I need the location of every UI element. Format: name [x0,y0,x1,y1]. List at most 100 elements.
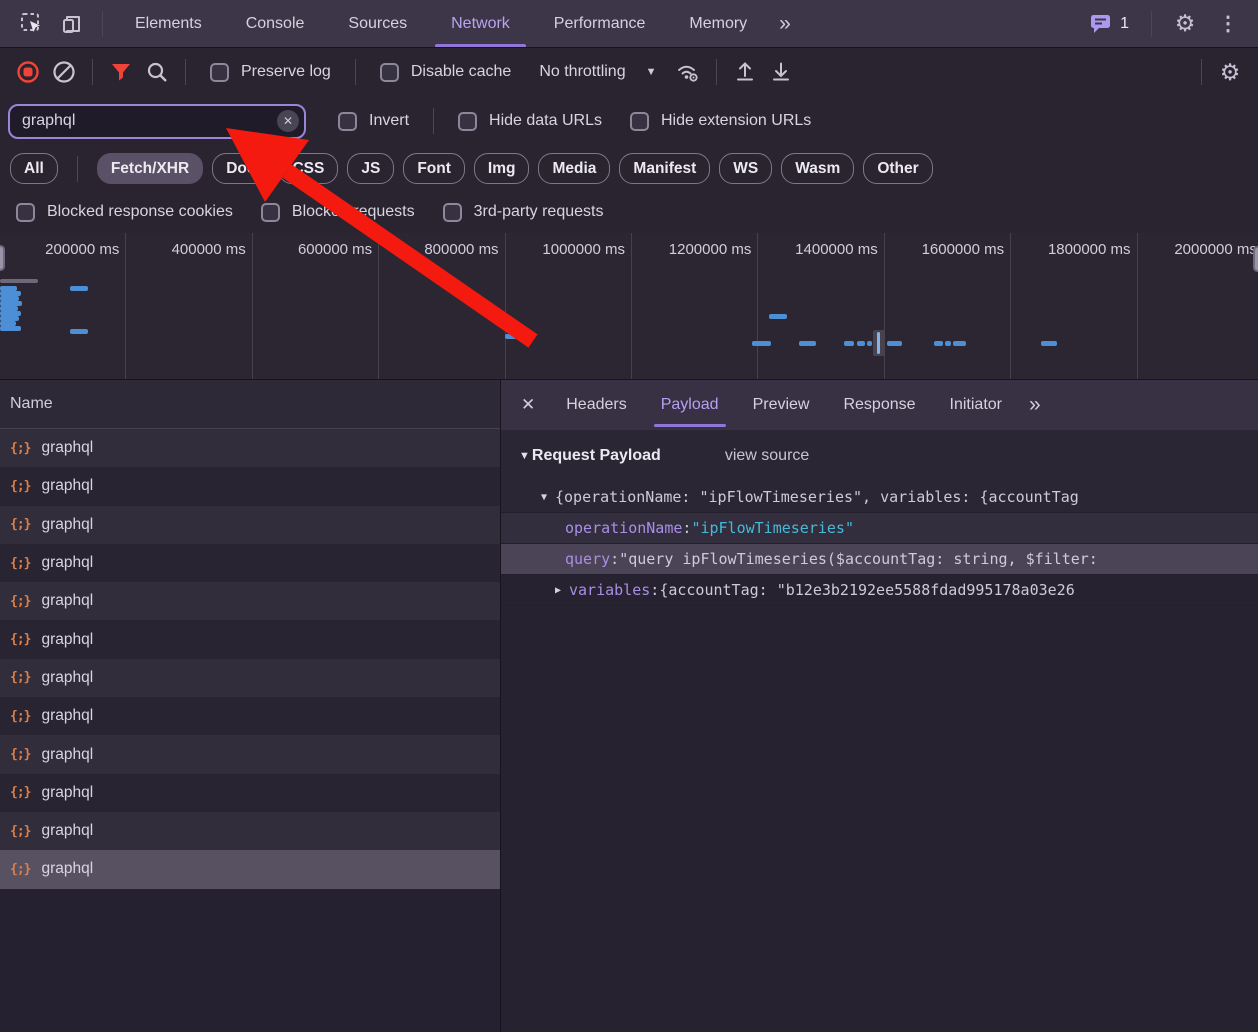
inspect-element-icon[interactable] [12,7,52,41]
payload-section-title: Request Payload [532,447,661,465]
invert-checkbox[interactable] [338,112,357,131]
preserve-log-checkbox[interactable] [210,63,229,82]
more-tabs-icon[interactable]: » [769,0,799,47]
filter-box: ✕ [8,104,306,139]
view-source-link[interactable]: view source [725,447,809,465]
throttling-dropdown[interactable]: No throttling ▼ [539,63,656,81]
filter-chip-doc[interactable]: Doc [212,153,269,184]
timeline-tick-label: 1600000 ms [922,233,1011,379]
panel-tabs: ElementsConsoleSourcesNetworkPerformance… [113,0,769,47]
tab-sources[interactable]: Sources [326,0,429,47]
filter-chip-js[interactable]: JS [347,153,394,184]
tab-network[interactable]: Network [429,0,532,47]
network-overview-timeline[interactable]: 200000 ms400000 ms600000 ms800000 ms1000… [0,233,1258,380]
tab-console[interactable]: Console [224,0,327,47]
request-payload-section[interactable]: ▼ Request Payload view source [501,430,1258,482]
filter-chip-img[interactable]: Img [474,153,530,184]
filter-chip-wasm[interactable]: Wasm [781,153,854,184]
request-name: graphql [41,439,93,457]
record-button[interactable] [10,55,46,89]
blocked-cookies-checkbox[interactable] [16,203,35,222]
detail-tab-response[interactable]: Response [826,380,932,430]
request-row[interactable]: {;}graphql [0,812,500,850]
detail-more-tabs-icon[interactable]: » [1019,380,1049,430]
payload-row[interactable]: operationName: "ipFlowTimeseries" [501,513,1258,544]
detail-tab-payload[interactable]: Payload [644,380,736,430]
expanded-triangle-icon[interactable]: ▼ [537,492,551,503]
request-row[interactable]: {;}graphql [0,735,500,773]
tab-memory[interactable]: Memory [667,0,769,47]
device-toolbar-icon[interactable] [52,7,92,41]
divider [185,59,186,85]
blocked-requests-toggle[interactable]: Blocked requests [261,203,415,222]
clear-filter-icon[interactable]: ✕ [277,110,299,132]
hide-data-urls-checkbox[interactable] [458,112,477,131]
overview-right-handle[interactable] [1253,246,1258,272]
blocked-cookies-toggle[interactable]: Blocked response cookies [16,203,233,222]
waterfall-bar [769,314,787,319]
detail-tab-preview[interactable]: Preview [736,380,827,430]
network-settings-gear-icon[interactable]: ⚙ [1212,55,1248,89]
request-row[interactable]: {;}graphql [0,659,500,697]
detail-tab-initiator[interactable]: Initiator [933,380,1019,430]
settings-gear-icon[interactable]: ⚙ [1166,12,1204,35]
request-row[interactable]: {;}graphql [0,850,500,888]
network-conditions-icon[interactable] [670,55,706,89]
request-row[interactable]: {;}graphql [0,582,500,620]
payload-row[interactable]: ▶variables: {accountTag: "b12e3b2192ee55… [501,575,1258,606]
disable-cache-toggle[interactable]: Disable cache [380,63,512,82]
issues-button[interactable]: 1 [1082,14,1137,34]
disable-cache-checkbox[interactable] [380,63,399,82]
waterfall-bar [877,332,880,354]
timeline-tick-label: 800000 ms [424,233,504,379]
network-toolbar: Preserve log Disable cache No throttling… [0,48,1258,96]
preserve-log-toggle[interactable]: Preserve log [210,63,331,82]
detail-tab-headers[interactable]: Headers [549,380,643,430]
filter-chip-other[interactable]: Other [863,153,932,184]
request-row[interactable]: {;}graphql [0,506,500,544]
filter-chip-css[interactable]: CSS [278,153,338,184]
request-row[interactable]: {;}graphql [0,544,500,582]
request-row[interactable]: {;}graphql [0,620,500,658]
filter-input[interactable] [8,104,306,139]
request-row[interactable]: {;}graphql [0,697,500,735]
filter-chip-fetch-xhr[interactable]: Fetch/XHR [97,153,203,184]
tab-elements[interactable]: Elements [113,0,224,47]
export-har-icon[interactable] [727,55,763,89]
clear-network-log-icon[interactable] [46,55,82,89]
third-party-checkbox[interactable] [443,203,462,222]
filter-chip-media[interactable]: Media [538,153,610,184]
hide-data-urls-toggle[interactable]: Hide data URLs [458,112,602,131]
filter-chip-font[interactable]: Font [403,153,465,184]
request-row[interactable]: {;}graphql [0,467,500,505]
tab-performance[interactable]: Performance [532,0,668,47]
kebab-menu-icon[interactable]: ⋮ [1208,11,1248,36]
filter-icon[interactable] [103,55,139,89]
request-row[interactable]: {;}graphql [0,774,500,812]
json-request-icon: {;} [10,747,30,762]
request-row[interactable]: {;} graphql [0,429,500,467]
import-har-icon[interactable] [763,55,799,89]
collapsed-triangle-icon[interactable]: ▶ [551,585,565,596]
request-list-panel: Name {;}graphql{;}graphql{;}graphql{;}gr… [0,380,501,1032]
search-icon[interactable] [139,55,175,89]
payload-row[interactable]: query: "query ipFlowTimeseries($accountT… [501,544,1258,575]
payload-empty-area [501,606,1258,1032]
invert-label: Invert [369,112,409,130]
request-detail-panel: ✕ HeadersPayloadPreviewResponseInitiator… [501,380,1258,1032]
overview-left-handle[interactable] [0,245,5,271]
blocked-requests-checkbox[interactable] [261,203,280,222]
filter-chip-manifest[interactable]: Manifest [619,153,710,184]
name-column-header[interactable]: Name [0,380,500,429]
close-icon[interactable]: ✕ [507,380,549,430]
waterfall-bar [0,326,21,331]
hide-extension-urls-toggle[interactable]: Hide extension URLs [630,112,811,131]
invert-toggle[interactable]: Invert [338,112,409,131]
hide-extension-urls-checkbox[interactable] [630,112,649,131]
filter-chip-ws[interactable]: WS [719,153,772,184]
message-icon [1090,14,1112,34]
payload-row[interactable]: ▼{operationName: "ipFlowTimeseries", var… [501,482,1258,513]
third-party-toggle[interactable]: 3rd-party requests [443,203,604,222]
json-request-icon: {;} [10,441,30,456]
filter-chip-all[interactable]: All [10,153,58,184]
